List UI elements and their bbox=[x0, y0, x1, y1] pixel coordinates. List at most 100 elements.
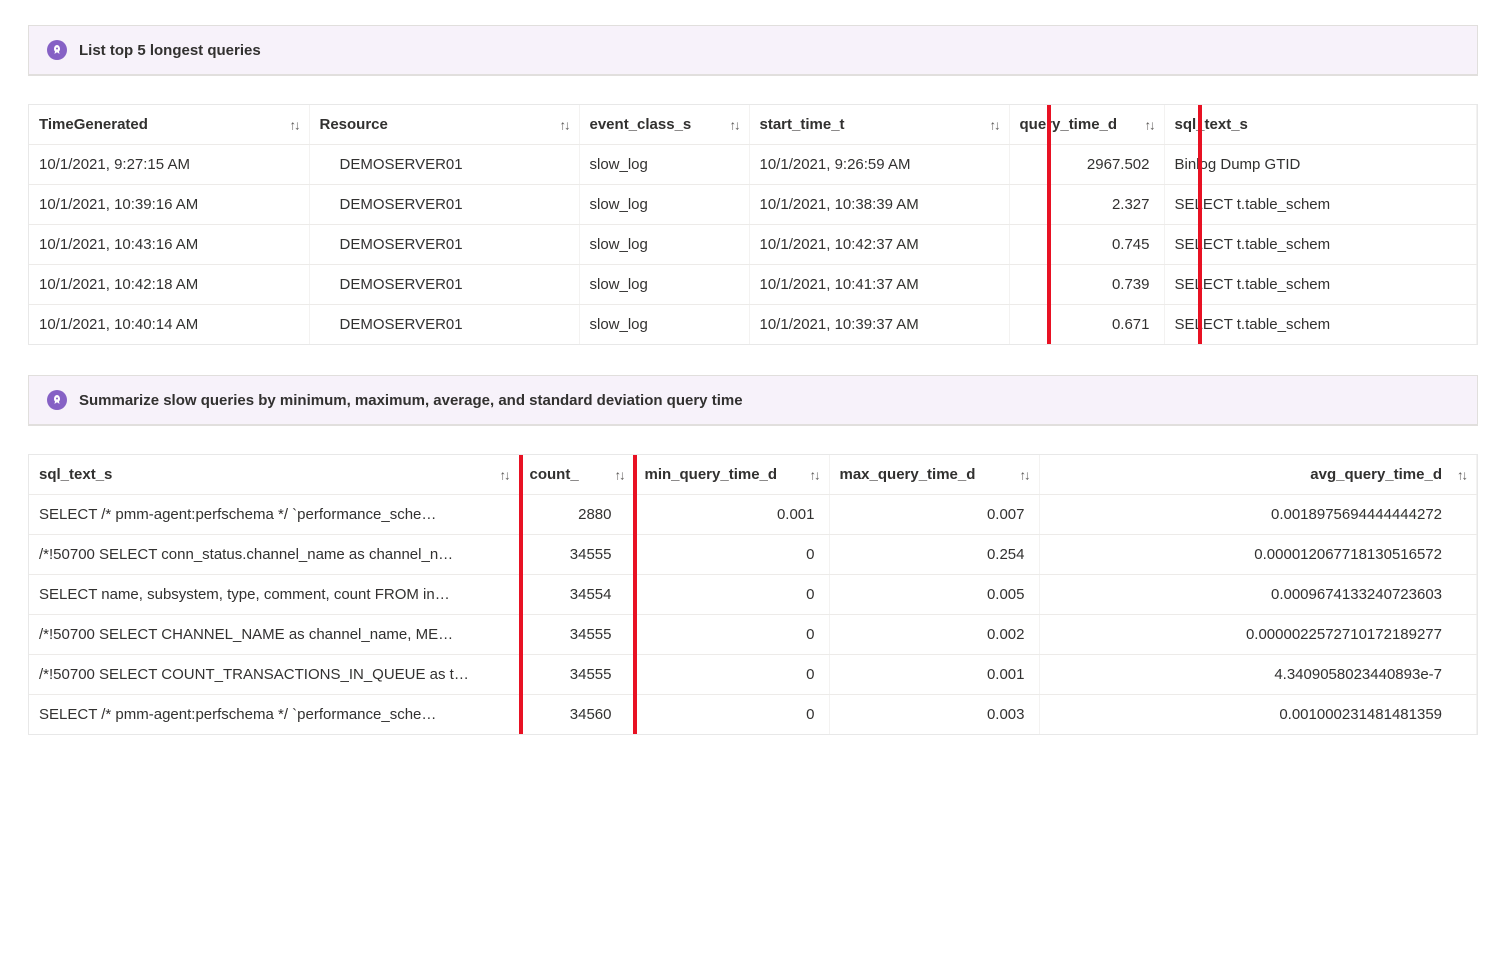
sort-icon[interactable]: ↑↓ bbox=[730, 117, 739, 132]
cell-start-time: 10/1/2021, 10:38:39 AM bbox=[749, 185, 1009, 225]
panel-summarize-slow: Summarize slow queries by minimum, maxim… bbox=[28, 375, 1478, 426]
cell-count: 2880 bbox=[519, 495, 634, 535]
cell-sql-text: SELECT /* pmm-agent:perfschema */ `perfo… bbox=[29, 695, 519, 735]
cell-count: 34555 bbox=[519, 615, 634, 655]
cell-sql-text: Binlog Dump GTID bbox=[1164, 145, 1477, 185]
cell-timegenerated: 10/1/2021, 10:39:16 AM bbox=[29, 185, 309, 225]
cell-query-time: 0.739 bbox=[1009, 265, 1164, 305]
cell-query-time: 0.671 bbox=[1009, 305, 1164, 345]
sort-icon[interactable]: ↑↓ bbox=[810, 467, 819, 482]
cell-timegenerated: 10/1/2021, 10:42:18 AM bbox=[29, 265, 309, 305]
sort-icon[interactable]: ↑↓ bbox=[290, 117, 299, 132]
cell-sql-text: /*!50700 SELECT conn_status.channel_name… bbox=[29, 535, 519, 575]
col-resource[interactable]: Resource↑↓ bbox=[309, 105, 579, 145]
cell-max: 0.002 bbox=[829, 615, 1039, 655]
rocket-icon bbox=[47, 40, 67, 60]
cell-event-class: slow_log bbox=[579, 185, 749, 225]
cell-start-time: 10/1/2021, 10:42:37 AM bbox=[749, 225, 1009, 265]
col-event-class[interactable]: event_class_s↑↓ bbox=[579, 105, 749, 145]
table-row[interactable]: 10/1/2021, 10:43:16 AMDEMOSERVER01slow_l… bbox=[29, 225, 1477, 265]
cell-sql-text: SELECT name, subsystem, type, comment, c… bbox=[29, 575, 519, 615]
sort-icon[interactable]: ↑↓ bbox=[1145, 117, 1154, 132]
col-query-time[interactable]: query_time_d↑↓ bbox=[1009, 105, 1164, 145]
table-row[interactable]: 10/1/2021, 10:40:14 AMDEMOSERVER01slow_l… bbox=[29, 305, 1477, 345]
panel-header: Summarize slow queries by minimum, maxim… bbox=[29, 376, 1477, 425]
cell-timegenerated: 10/1/2021, 10:43:16 AM bbox=[29, 225, 309, 265]
col-timegenerated[interactable]: TimeGenerated↑↓ bbox=[29, 105, 309, 145]
cell-avg: 0.001000231481481359 bbox=[1039, 695, 1477, 735]
cell-count: 34560 bbox=[519, 695, 634, 735]
table-row[interactable]: /*!50700 SELECT conn_status.channel_name… bbox=[29, 535, 1477, 575]
cell-count: 34554 bbox=[519, 575, 634, 615]
cell-timegenerated: 10/1/2021, 10:40:14 AM bbox=[29, 305, 309, 345]
cell-resource: DEMOSERVER01 bbox=[309, 185, 579, 225]
col-avg-query-time[interactable]: avg_query_time_d↑↓ bbox=[1039, 455, 1477, 495]
cell-avg: 0.0009674133240723603 bbox=[1039, 575, 1477, 615]
cell-max: 0.005 bbox=[829, 575, 1039, 615]
table-row[interactable]: SELECT /* pmm-agent:perfschema */ `perfo… bbox=[29, 695, 1477, 735]
cell-resource: DEMOSERVER01 bbox=[309, 225, 579, 265]
panel-header: List top 5 longest queries bbox=[29, 26, 1477, 75]
cell-query-time: 0.745 bbox=[1009, 225, 1164, 265]
sort-icon[interactable]: ↑↓ bbox=[615, 467, 624, 482]
cell-event-class: slow_log bbox=[579, 225, 749, 265]
col-start-time[interactable]: start_time_t↑↓ bbox=[749, 105, 1009, 145]
table-summarize: sql_text_s↑↓ count_↑↓ min_query_time_d↑↓… bbox=[28, 454, 1478, 735]
cell-avg: 0.000002257271017218​9277 bbox=[1039, 615, 1477, 655]
cell-resource: DEMOSERVER01 bbox=[309, 265, 579, 305]
cell-sql-text: SELECT /* pmm-agent:perfschema */ `perfo… bbox=[29, 495, 519, 535]
cell-sql-text: /*!50700 SELECT CHANNEL_NAME as channel_… bbox=[29, 615, 519, 655]
table-row[interactable]: SELECT /* pmm-agent:perfschema */ `perfo… bbox=[29, 495, 1477, 535]
cell-query-time: 2967.502 bbox=[1009, 145, 1164, 185]
col-max-query-time[interactable]: max_query_time_d↑↓ bbox=[829, 455, 1039, 495]
col-min-query-time[interactable]: min_query_time_d↑↓ bbox=[634, 455, 829, 495]
cell-min: 0 bbox=[634, 535, 829, 575]
cell-timegenerated: 10/1/2021, 9:27:15 AM bbox=[29, 145, 309, 185]
panel-title: List top 5 longest queries bbox=[79, 42, 261, 59]
sort-icon[interactable]: ↑↓ bbox=[560, 117, 569, 132]
cell-start-time: 10/1/2021, 9:26:59 AM bbox=[749, 145, 1009, 185]
cell-min: 0 bbox=[634, 695, 829, 735]
cell-event-class: slow_log bbox=[579, 305, 749, 345]
cell-count: 34555 bbox=[519, 535, 634, 575]
cell-event-class: slow_log bbox=[579, 265, 749, 305]
sort-icon[interactable]: ↑↓ bbox=[1457, 467, 1466, 482]
table-header-row: sql_text_s↑↓ count_↑↓ min_query_time_d↑↓… bbox=[29, 455, 1477, 495]
table-row[interactable]: 10/1/2021, 10:42:18 AMDEMOSERVER01slow_l… bbox=[29, 265, 1477, 305]
table-top5: TimeGenerated↑↓ Resource↑↓ event_class_s… bbox=[28, 104, 1478, 345]
cell-max: 0.007 bbox=[829, 495, 1039, 535]
table-row[interactable]: /*!50700 SELECT COUNT_TRANSACTIONS_IN_QU… bbox=[29, 655, 1477, 695]
cell-start-time: 10/1/2021, 10:41:37 AM bbox=[749, 265, 1009, 305]
sort-icon[interactable]: ↑↓ bbox=[500, 467, 509, 482]
cell-sql-text: SELECT t.table_schem bbox=[1164, 305, 1477, 345]
sort-icon[interactable]: ↑↓ bbox=[1020, 467, 1029, 482]
cell-resource: DEMOSERVER01 bbox=[309, 145, 579, 185]
table-row[interactable]: SELECT name, subsystem, type, comment, c… bbox=[29, 575, 1477, 615]
rocket-icon bbox=[47, 390, 67, 410]
cell-avg: 0.00001206771813051​6572 bbox=[1039, 535, 1477, 575]
cell-sql-text: SELECT t.table_schem bbox=[1164, 225, 1477, 265]
cell-event-class: slow_log bbox=[579, 145, 749, 185]
cell-min: 0 bbox=[634, 655, 829, 695]
table-header-row: TimeGenerated↑↓ Resource↑↓ event_class_s… bbox=[29, 105, 1477, 145]
col-count[interactable]: count_↑↓ bbox=[519, 455, 634, 495]
sort-icon[interactable]: ↑↓ bbox=[990, 117, 999, 132]
cell-min: 0 bbox=[634, 575, 829, 615]
col-sql-text[interactable]: sql_text_s↑↓ bbox=[29, 455, 519, 495]
table-row[interactable]: /*!50700 SELECT CHANNEL_NAME as channel_… bbox=[29, 615, 1477, 655]
cell-max: 0.003 bbox=[829, 695, 1039, 735]
panel-top5-longest: List top 5 longest queries bbox=[28, 25, 1478, 76]
cell-sql-text: /*!50700 SELECT COUNT_TRANSACTIONS_IN_QU… bbox=[29, 655, 519, 695]
cell-resource: DEMOSERVER01 bbox=[309, 305, 579, 345]
cell-sql-text: SELECT t.table_schem bbox=[1164, 265, 1477, 305]
cell-avg: 4.3409058023440893e-7 bbox=[1039, 655, 1477, 695]
col-sql-text[interactable]: sql_text_s bbox=[1164, 105, 1477, 145]
cell-min: 0.001 bbox=[634, 495, 829, 535]
cell-count: 34555 bbox=[519, 655, 634, 695]
cell-max: 0.001 bbox=[829, 655, 1039, 695]
table-row[interactable]: 10/1/2021, 10:39:16 AMDEMOSERVER01slow_l… bbox=[29, 185, 1477, 225]
table-row[interactable]: 10/1/2021, 9:27:15 AMDEMOSERVER01slow_lo… bbox=[29, 145, 1477, 185]
cell-min: 0 bbox=[634, 615, 829, 655]
cell-query-time: 2.327 bbox=[1009, 185, 1164, 225]
cell-sql-text: SELECT t.table_schem bbox=[1164, 185, 1477, 225]
